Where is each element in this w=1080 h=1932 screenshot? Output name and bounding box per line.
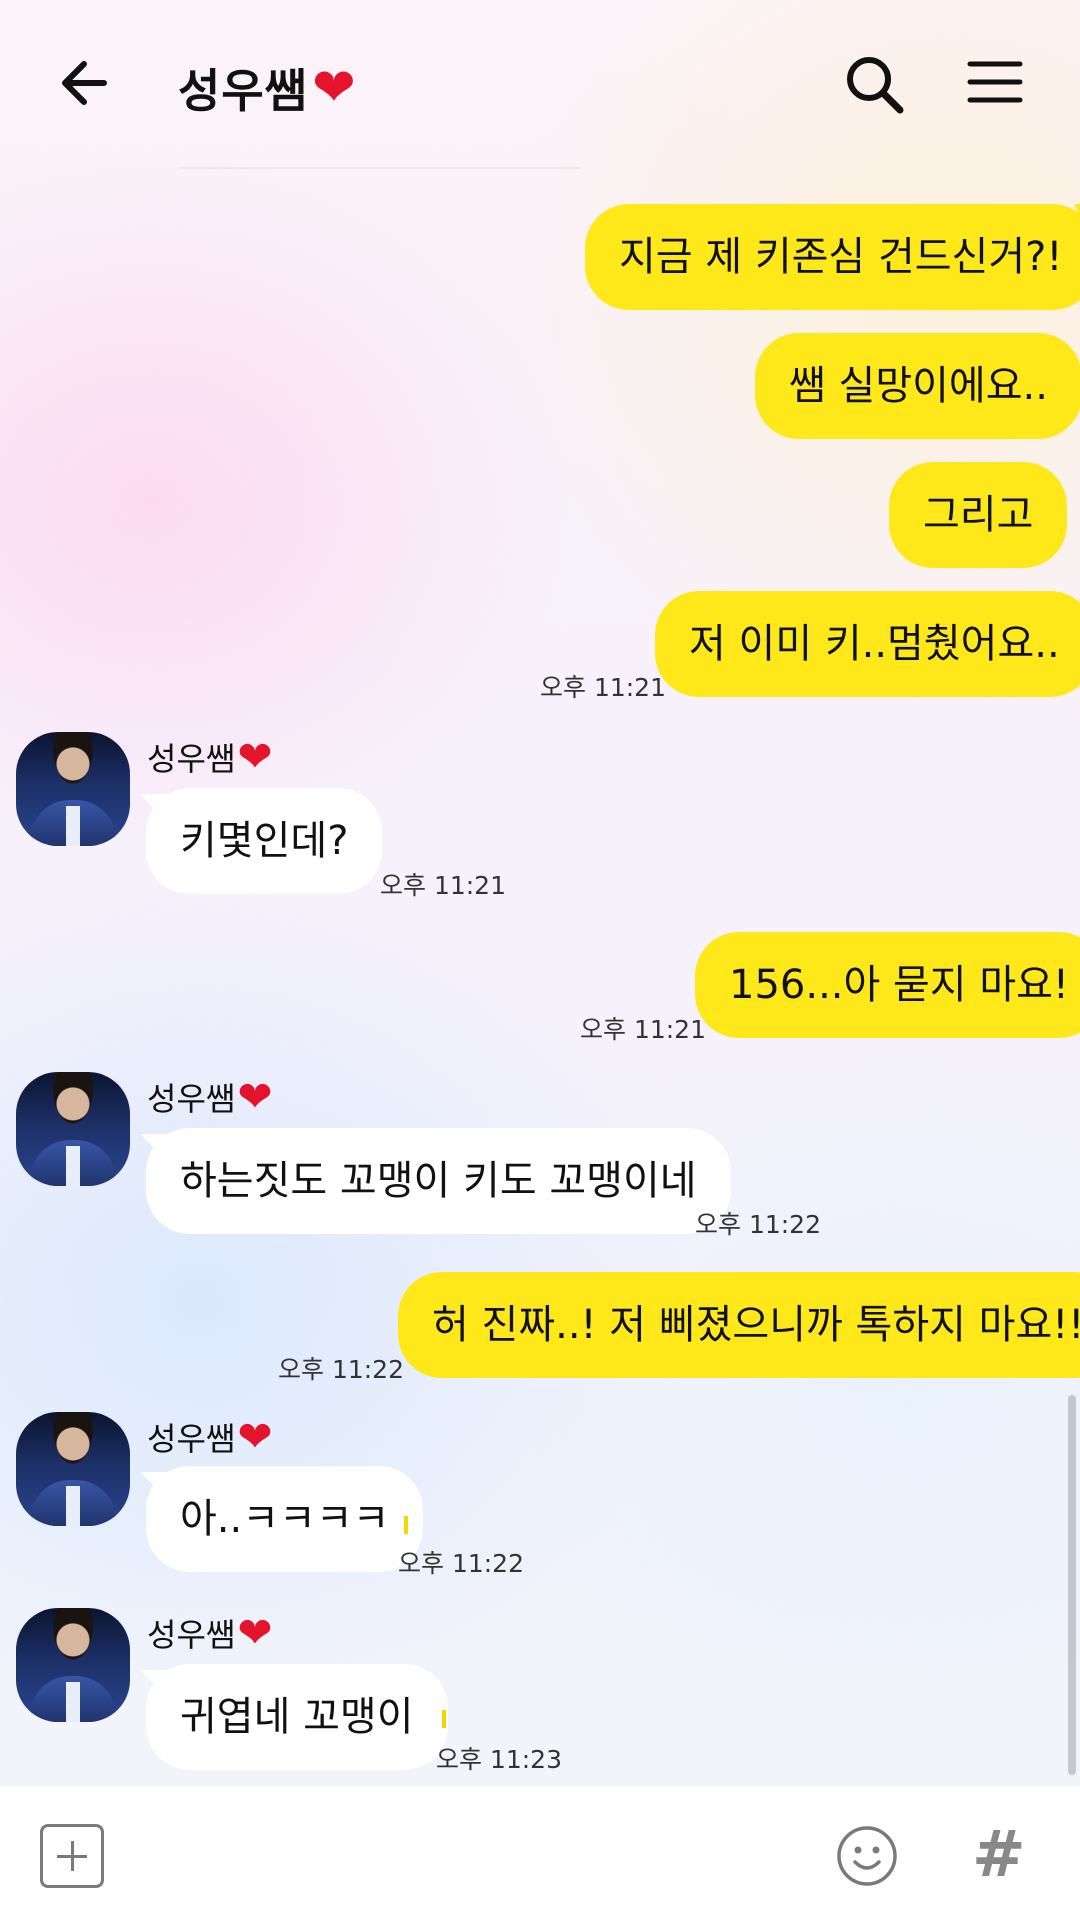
their-message-bubble[interactable]: 아..ㅋㅋㅋㅋ	[146, 1466, 424, 1572]
avatar[interactable]	[16, 1412, 130, 1526]
my-message-bubble[interactable]: 허 진짜..! 저 삐졌으니까 톡하지 마요!!	[398, 1272, 1080, 1378]
sender-name: 성우쌤 ❤	[147, 1412, 273, 1461]
my-message-bubble[interactable]: 그리고	[889, 462, 1068, 568]
heart-icon: ❤	[237, 1608, 273, 1657]
message-time: 오후 11:22	[278, 1355, 404, 1384]
sender-name: 성우쌤 ❤	[147, 1608, 273, 1657]
their-message-bubble[interactable]: 키몇인데?	[146, 788, 383, 894]
heart-icon: ❤	[237, 1412, 273, 1461]
their-message-bubble[interactable]: 귀엽네 꼬맹이	[146, 1664, 448, 1770]
heart-icon: ❤	[311, 58, 356, 118]
heart-icon: ❤	[237, 732, 273, 781]
unread-marker	[404, 1516, 408, 1534]
emoji-icon	[837, 1826, 897, 1886]
search-button[interactable]	[840, 50, 910, 120]
menu-icon	[967, 61, 1023, 103]
message-time: 오후 11:23	[436, 1745, 562, 1774]
hash-icon[interactable]: #	[972, 1818, 1026, 1892]
header-divider	[180, 167, 580, 169]
my-message-bubble[interactable]: 지금 제 키존심 건드신거?!	[585, 204, 1080, 310]
avatar[interactable]	[16, 1608, 130, 1722]
sender-name-text: 성우쌤	[147, 1419, 236, 1458]
sender-name-text: 성우쌤	[147, 1615, 236, 1654]
my-message-bubble[interactable]: 저 이미 키..멈췄어요..	[655, 591, 1080, 697]
message-time: 오후 11:22	[398, 1549, 524, 1578]
sender-name-text: 성우쌤	[147, 1079, 236, 1118]
chat-header: 성우쌤 ❤	[0, 0, 1080, 170]
emoji-button[interactable]	[835, 1824, 899, 1888]
my-message-bubble[interactable]: 156...아 묻지 마요!	[695, 932, 1080, 1038]
sender-name: 성우쌤 ❤	[147, 1072, 273, 1121]
message-time: 오후 11:22	[695, 1210, 821, 1239]
message-time: 오후 11:21	[540, 673, 666, 702]
back-arrow-icon	[62, 61, 107, 105]
sender-name: 성우쌤 ❤	[147, 732, 273, 781]
my-message-bubble[interactable]: 쌤 실망이에요..	[755, 333, 1080, 439]
unread-marker	[442, 1710, 446, 1728]
plus-icon[interactable]	[40, 1824, 104, 1888]
back-button[interactable]	[52, 48, 122, 118]
menu-button[interactable]	[960, 52, 1030, 112]
search-icon	[847, 57, 904, 114]
sender-name-text: 성우쌤	[147, 739, 236, 778]
their-message-bubble[interactable]: 하는짓도 꼬맹이 키도 꼬맹이네	[146, 1128, 731, 1234]
message-time: 오후 11:21	[580, 1015, 706, 1044]
input-bar: #	[0, 1786, 1080, 1932]
avatar[interactable]	[16, 1072, 130, 1186]
chat-title: 성우쌤 ❤	[178, 48, 356, 128]
scrollbar[interactable]	[1068, 1395, 1076, 1775]
message-time: 오후 11:21	[380, 871, 506, 900]
heart-icon: ❤	[237, 1072, 273, 1121]
avatar[interactable]	[16, 732, 130, 846]
chat-title-text: 성우쌤	[178, 64, 308, 118]
